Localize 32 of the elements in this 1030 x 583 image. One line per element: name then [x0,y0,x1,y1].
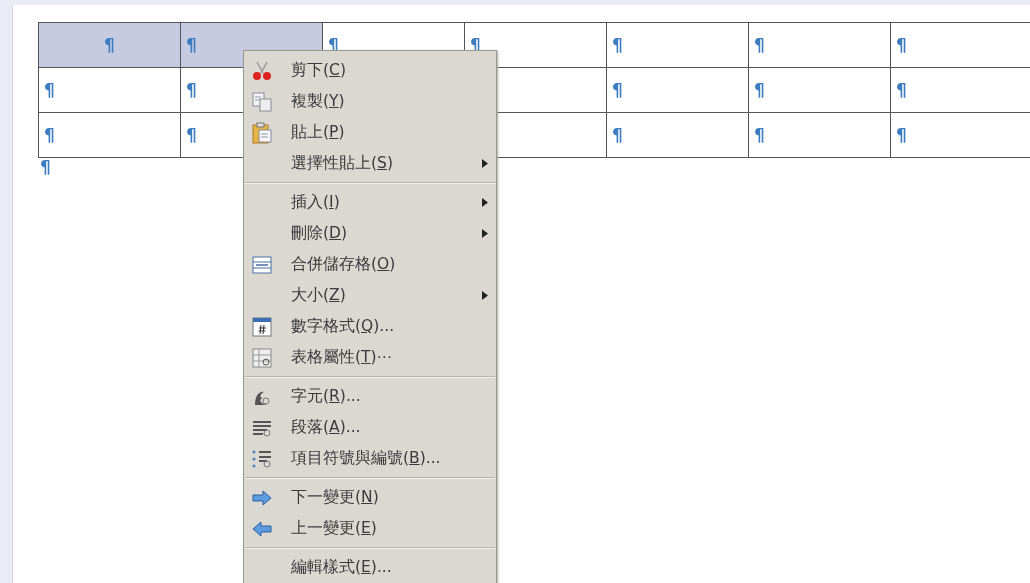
table-cell: ¶ [607,68,749,113]
menu-item[interactable]: 上一變更(E) [244,513,496,544]
scissors-icon [251,59,273,82]
copy-icon [251,90,273,113]
menu-item[interactable]: 大小(Z) [244,280,496,311]
table-cell: ¶ [39,23,181,68]
table-cell: ¶ [749,113,891,158]
menu-item[interactable]: 插入(I) [244,187,496,218]
table-cell: ¶ [749,68,891,113]
submenu-arrow-icon [482,198,488,207]
menu-item[interactable]: 合併儲存格(O) [244,249,496,280]
table-cell: ¶ [39,113,181,158]
menu-item[interactable]: 表格屬性(T)⋯ [244,342,496,373]
submenu-arrow-icon [482,159,488,168]
clipboard-icon [251,121,273,144]
table-cell: ¶ [607,23,749,68]
submenu-arrow-icon [482,229,488,238]
submenu-arrow-icon [482,291,488,300]
merge-cells-icon [251,253,273,276]
table-cell: ¶ [607,113,749,158]
menu-item[interactable]: 項目符號與編號(B)... [244,443,496,474]
menu-item[interactable]: 字元(R)... [244,381,496,412]
table-properties-icon [251,346,273,369]
table-cell: ¶ [749,23,891,68]
menu-item[interactable]: 段落(A)... [244,412,496,443]
menu-item[interactable]: 下一變更(N) [244,482,496,513]
menu-item[interactable]: 編輯樣式(E)... [244,552,496,583]
menu-item[interactable]: 刪除(D) [244,218,496,249]
paragraph-mark: ¶ [40,157,51,177]
number-format-icon [251,315,273,338]
table-cell: ¶ [39,68,181,113]
menu-item[interactable]: 數字格式(Q)... [244,311,496,342]
